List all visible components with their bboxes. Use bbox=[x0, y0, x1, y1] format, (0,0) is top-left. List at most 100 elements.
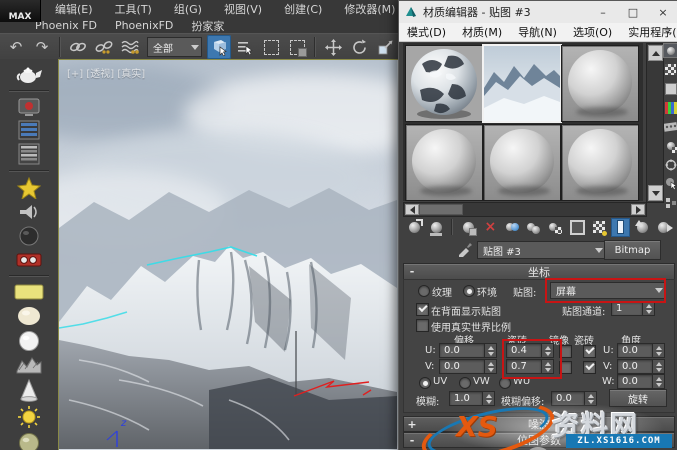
material-slot-4[interactable] bbox=[405, 124, 483, 201]
material-slot-6[interactable] bbox=[561, 124, 639, 201]
vw-radio[interactable] bbox=[459, 377, 471, 389]
map-channel-field[interactable]: 1 bbox=[611, 301, 655, 316]
spinner[interactable] bbox=[652, 343, 665, 358]
sun-light-icon[interactable] bbox=[12, 405, 46, 429]
menu-options[interactable]: 选项(O) bbox=[565, 24, 620, 40]
environment-radio[interactable] bbox=[463, 285, 475, 297]
make-unique-button[interactable] bbox=[524, 218, 543, 237]
menu-banjiajia[interactable]: 扮家家 bbox=[182, 17, 233, 35]
blur-field[interactable]: 1.0 bbox=[449, 391, 495, 406]
spinner[interactable] bbox=[484, 359, 497, 374]
layer-manager-icon[interactable] bbox=[12, 120, 46, 140]
rectangular-selection-region-button[interactable] bbox=[259, 35, 283, 59]
spinner[interactable] bbox=[652, 359, 665, 374]
get-material-button[interactable] bbox=[405, 218, 424, 237]
assign-material-to-selection-button[interactable] bbox=[459, 218, 478, 237]
sample-type-button[interactable] bbox=[663, 43, 677, 58]
show-final-result-button[interactable] bbox=[611, 217, 630, 237]
generate-preview-button[interactable] bbox=[663, 138, 677, 153]
show-map-on-back-label[interactable]: 在背面显示贴图 bbox=[431, 303, 501, 318]
wu-radio[interactable] bbox=[499, 377, 511, 389]
menu-material[interactable]: 材质(M) bbox=[454, 24, 510, 40]
video-color-check-button[interactable] bbox=[663, 119, 677, 134]
spinner[interactable] bbox=[541, 359, 554, 374]
material-name-dropdown[interactable]: 贴图 #3 bbox=[477, 241, 606, 259]
show-shaded-material-in-viewport-button[interactable] bbox=[589, 218, 608, 237]
u-tiling-field[interactable]: 0.4 bbox=[506, 343, 554, 358]
spinner[interactable] bbox=[642, 301, 655, 316]
scroll-right-button[interactable] bbox=[631, 204, 645, 215]
slots-vertical-scrollbar[interactable] bbox=[646, 43, 664, 203]
white-cone-icon[interactable] bbox=[12, 378, 46, 402]
menu-tools[interactable]: 工具(T) bbox=[104, 0, 163, 18]
olive-sphere-icon[interactable] bbox=[12, 432, 46, 450]
render-setup-icon[interactable] bbox=[12, 97, 46, 117]
material-slot-2-selected[interactable] bbox=[482, 44, 562, 123]
select-and-link-icon[interactable] bbox=[66, 35, 90, 59]
u-offset-field[interactable]: 0.0 bbox=[439, 343, 497, 358]
render-teapot-icon[interactable] bbox=[12, 63, 46, 85]
scroll-up-button[interactable] bbox=[648, 45, 663, 61]
scrollbar-thumb[interactable] bbox=[419, 204, 463, 215]
texture-radio[interactable] bbox=[418, 285, 430, 297]
perspective-viewport[interactable]: [+] [透视] [真实] z bbox=[0, 59, 444, 450]
menu-group[interactable]: 组(G) bbox=[163, 0, 213, 18]
uv-radio[interactable] bbox=[419, 377, 431, 389]
background-button[interactable] bbox=[663, 81, 677, 96]
show-map-on-back-checkbox[interactable] bbox=[416, 303, 429, 316]
wu-radio-label[interactable]: WU bbox=[513, 376, 530, 387]
material-slot-1[interactable] bbox=[405, 45, 483, 122]
u-mirror-checkbox[interactable] bbox=[559, 345, 572, 358]
select-by-name-button[interactable] bbox=[233, 35, 257, 59]
menu-phoenixfd[interactable]: PhoenixFD bbox=[106, 18, 182, 33]
v-mirror-checkbox[interactable] bbox=[559, 361, 572, 374]
sound-horn-icon[interactable] bbox=[12, 202, 46, 222]
bind-to-space-warp-icon[interactable] bbox=[118, 35, 142, 59]
menu-modifiers[interactable]: 修改器(M) bbox=[333, 0, 406, 18]
material-slot-3[interactable] bbox=[561, 45, 639, 122]
material-type-button[interactable]: Bitmap bbox=[604, 240, 661, 260]
reset-map-button[interactable]: × bbox=[481, 218, 500, 237]
use-real-world-scale-checkbox[interactable] bbox=[416, 319, 429, 332]
v-offset-field[interactable]: 0.0 bbox=[439, 359, 497, 374]
u-tile-checkbox[interactable] bbox=[583, 345, 596, 358]
make-material-copy-button[interactable] bbox=[503, 218, 522, 237]
white-sphere-icon[interactable] bbox=[12, 330, 46, 352]
cream-material-icon[interactable] bbox=[12, 305, 46, 327]
close-button[interactable]: × bbox=[648, 1, 677, 23]
sample-uv-tiling-button[interactable] bbox=[663, 100, 677, 115]
menu-navigation[interactable]: 导航(N) bbox=[510, 24, 565, 40]
dark-sphere-icon[interactable] bbox=[12, 225, 46, 247]
spinner[interactable] bbox=[541, 343, 554, 358]
selection-filter-dropdown[interactable]: 全部 bbox=[147, 37, 202, 57]
vw-radio-label[interactable]: VW bbox=[473, 376, 490, 387]
pick-material-from-object-button[interactable] bbox=[457, 241, 473, 260]
environment-radio-label[interactable]: 环境 bbox=[477, 284, 497, 299]
select-and-scale-button[interactable] bbox=[373, 35, 397, 59]
effects-burst-icon[interactable] bbox=[12, 176, 46, 199]
u-angle-field[interactable]: 0.0 bbox=[617, 343, 665, 358]
material-id-channel-button[interactable] bbox=[568, 218, 587, 237]
menu-views[interactable]: 视图(V) bbox=[213, 0, 273, 18]
yellow-swatch-icon[interactable] bbox=[12, 282, 46, 302]
spinner[interactable] bbox=[484, 343, 497, 358]
uv-radio-label[interactable]: UV bbox=[433, 376, 447, 387]
select-object-button[interactable] bbox=[207, 35, 231, 59]
texture-radio-label[interactable]: 纹理 bbox=[432, 284, 452, 299]
3dsmax-logo[interactable]: MAX bbox=[0, 0, 41, 22]
v-tiling-field[interactable]: 0.7 bbox=[506, 359, 554, 374]
select-and-move-button[interactable] bbox=[321, 35, 345, 59]
menu-edit[interactable]: 编辑(E) bbox=[44, 0, 104, 18]
redo-button[interactable]: ↷ bbox=[30, 35, 54, 59]
spinner[interactable] bbox=[482, 391, 495, 406]
slots-horizontal-scrollbar[interactable] bbox=[403, 202, 647, 217]
v-angle-field[interactable]: 0.0 bbox=[617, 359, 665, 374]
menu-modes[interactable]: 模式(D) bbox=[399, 24, 454, 40]
go-forward-to-sibling-button[interactable] bbox=[654, 218, 674, 237]
scroll-left-button[interactable] bbox=[405, 204, 419, 215]
mapping-type-dropdown[interactable]: 屏幕 bbox=[550, 282, 666, 299]
select-by-material-button[interactable] bbox=[663, 176, 677, 191]
v-tile-checkbox[interactable] bbox=[583, 361, 596, 374]
w-angle-field[interactable]: 0.0 bbox=[617, 374, 665, 389]
material-slot-5[interactable] bbox=[483, 124, 561, 201]
